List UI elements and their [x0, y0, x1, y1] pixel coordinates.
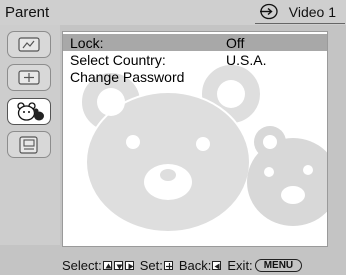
menu-row-change-password[interactable]: Change Password — [63, 68, 327, 85]
back-label: Back: — [178, 257, 212, 273]
parent-menu-panel: Lock: Off Select Country: U.S.A. Change … — [62, 31, 328, 247]
menu-title: Parent — [5, 4, 50, 21]
setup-icon[interactable] — [7, 131, 51, 158]
row-label: Select Country: — [70, 51, 166, 68]
input-arrow-icon — [259, 3, 279, 20]
header-divider — [255, 23, 345, 24]
tv-menu-screen: Parent Video 1 Lock: Off Select Country:… — [0, 0, 346, 275]
input-label: Video 1 — [288, 3, 336, 20]
sound-icon[interactable] — [7, 64, 51, 91]
category-sidebar — [0, 25, 60, 245]
menu-row-lock[interactable]: Lock: Off — [63, 34, 327, 51]
exit-label: Exit: — [227, 257, 253, 273]
bear-icon[interactable] — [7, 98, 51, 125]
set-label: Set: — [139, 257, 163, 273]
row-label: Change Password — [70, 68, 185, 85]
left-arrow-icon — [212, 260, 222, 270]
picture-icon[interactable] — [7, 31, 51, 58]
menu-key: MENU — [254, 258, 303, 272]
row-label: Lock: — [70, 34, 104, 51]
row-value: Off — [226, 34, 245, 51]
down-arrow-icon — [113, 260, 123, 270]
row-value: U.S.A. — [226, 51, 267, 68]
up-arrow-icon — [102, 260, 112, 270]
menu-row-select-country[interactable]: Select Country: U.S.A. — [63, 51, 327, 68]
header-bar: Parent Video 1 — [0, 0, 346, 25]
enter-icon — [163, 260, 173, 270]
right-arrow-icon — [124, 260, 134, 270]
input-indicator: Video 1 — [259, 2, 336, 21]
control-guide: Select: Set: Back: Exit: MENU — [62, 256, 303, 274]
select-label: Select: — [62, 257, 102, 273]
